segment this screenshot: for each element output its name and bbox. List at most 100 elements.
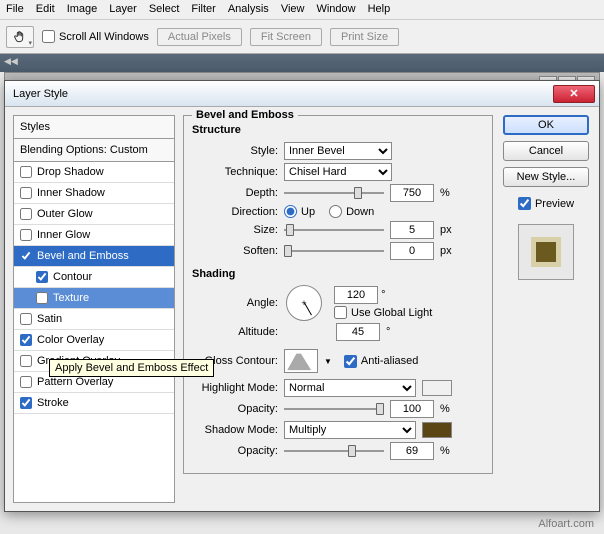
effect-stroke[interactable]: Stroke (14, 393, 174, 414)
styles-header[interactable]: Styles (14, 116, 174, 139)
global-light-label: Use Global Light (351, 307, 432, 319)
texture-label: Texture (53, 292, 89, 304)
cancel-button[interactable]: Cancel (503, 141, 589, 161)
effect-outer-glow[interactable]: Outer Glow (14, 204, 174, 225)
effect-inner-shadow[interactable]: Inner Shadow (14, 183, 174, 204)
effect-texture[interactable]: Texture (14, 288, 174, 309)
preview-label: Preview (535, 198, 574, 210)
satin-checkbox[interactable] (20, 313, 32, 325)
altitude-input[interactable] (336, 323, 380, 341)
dialog-titlebar[interactable]: Layer Style ✕ (5, 81, 599, 107)
fit-screen-button[interactable]: Fit Screen (250, 28, 322, 46)
shading-title: Shading (192, 268, 484, 280)
highlight-opacity-unit: % (440, 403, 450, 415)
ok-button[interactable]: OK (503, 115, 589, 135)
styles-list: Styles Blending Options: Custom Drop Sha… (13, 115, 175, 503)
size-unit: px (440, 224, 452, 236)
menu-layer[interactable]: Layer (109, 3, 137, 16)
inner-shadow-label: Inner Shadow (37, 187, 105, 199)
angle-dial[interactable]: + (286, 285, 322, 321)
size-input[interactable] (390, 221, 434, 239)
angle-unit: ° (381, 289, 385, 301)
contour-checkbox[interactable] (36, 271, 48, 283)
antialiased-checkbox[interactable] (344, 355, 357, 368)
hand-tool-icon[interactable] (6, 26, 34, 48)
soften-input[interactable] (390, 242, 434, 260)
preview-checkbox[interactable] (518, 197, 531, 210)
scroll-all-windows-checkbox[interactable]: Scroll All Windows (42, 30, 149, 43)
effect-bevel-emboss[interactable]: Bevel and Emboss (14, 246, 174, 267)
new-style-button[interactable]: New Style... (503, 167, 589, 187)
effect-contour[interactable]: Contour (14, 267, 174, 288)
global-light-checkbox[interactable] (334, 306, 347, 319)
altitude-label: Altitude: (192, 326, 278, 338)
shadow-mode-label: Shadow Mode: (192, 424, 278, 436)
structure-title: Structure (192, 124, 484, 136)
style-select[interactable]: Inner Bevel (284, 142, 392, 160)
direction-up-radio[interactable] (284, 205, 297, 218)
technique-label: Technique: (192, 166, 278, 178)
effect-drop-shadow[interactable]: Drop Shadow (14, 162, 174, 183)
menu-image[interactable]: Image (67, 3, 98, 16)
soften-slider[interactable] (284, 243, 384, 259)
shadow-mode-select[interactable]: Multiply (284, 421, 416, 439)
menu-window[interactable]: Window (316, 3, 355, 16)
size-slider[interactable] (284, 222, 384, 238)
shadow-opacity-slider[interactable] (284, 443, 384, 459)
antialiased-label: Anti-aliased (361, 355, 418, 367)
highlight-opacity-slider[interactable] (284, 401, 384, 417)
color-overlay-label: Color Overlay (37, 334, 104, 346)
bevel-emboss-label: Bevel and Emboss (37, 250, 129, 262)
actual-pixels-button[interactable]: Actual Pixels (157, 28, 242, 46)
direction-down-radio[interactable] (329, 205, 342, 218)
scroll-all-windows-input[interactable] (42, 30, 55, 43)
depth-slider[interactable] (284, 185, 384, 201)
effect-color-overlay[interactable]: Color Overlay (14, 330, 174, 351)
inner-glow-checkbox[interactable] (20, 229, 32, 241)
highlight-opacity-input[interactable] (390, 400, 434, 418)
effect-satin[interactable]: Satin (14, 309, 174, 330)
menu-bar: File Edit Image Layer Select Filter Anal… (0, 0, 604, 20)
highlight-color-swatch[interactable] (422, 380, 452, 396)
outer-glow-checkbox[interactable] (20, 208, 32, 220)
menu-file[interactable]: File (6, 3, 24, 16)
blending-options-row[interactable]: Blending Options: Custom (14, 139, 174, 162)
depth-input[interactable] (390, 184, 434, 202)
menu-help[interactable]: Help (368, 3, 391, 16)
dialog-close-button[interactable]: ✕ (553, 85, 595, 103)
gradient-overlay-checkbox[interactable] (20, 355, 32, 367)
depth-label: Depth: (192, 187, 278, 199)
scroll-all-windows-label: Scroll All Windows (59, 31, 149, 43)
shadow-opacity-input[interactable] (390, 442, 434, 460)
dialog-title: Layer Style (9, 88, 553, 100)
angle-label: Angle: (192, 297, 278, 309)
highlight-mode-select[interactable]: Normal (284, 379, 416, 397)
panel-collapse-icon[interactable]: ◀◀ (4, 56, 18, 67)
technique-select[interactable]: Chisel Hard (284, 163, 392, 181)
dialog-buttons: OK Cancel New Style... Preview (501, 115, 591, 503)
drop-shadow-checkbox[interactable] (20, 166, 32, 178)
gloss-contour-picker[interactable] (284, 349, 318, 373)
menu-filter[interactable]: Filter (191, 3, 215, 16)
shadow-color-swatch[interactable] (422, 422, 452, 438)
stroke-checkbox[interactable] (20, 397, 32, 409)
color-overlay-checkbox[interactable] (20, 334, 32, 346)
panel-title: Bevel and Emboss (192, 109, 298, 121)
inner-shadow-checkbox[interactable] (20, 187, 32, 199)
menu-view[interactable]: View (281, 3, 305, 16)
bevel-emboss-tooltip: Apply Bevel and Emboss Effect (49, 359, 214, 377)
texture-checkbox[interactable] (36, 292, 48, 304)
menu-select[interactable]: Select (149, 3, 180, 16)
contour-label: Contour (53, 271, 92, 283)
pattern-overlay-checkbox[interactable] (20, 376, 32, 388)
angle-input[interactable] (334, 286, 378, 304)
shadow-opacity-unit: % (440, 445, 450, 457)
menu-analysis[interactable]: Analysis (228, 3, 269, 16)
preview-thumbnail (518, 224, 574, 280)
depth-unit: % (440, 187, 450, 199)
menu-edit[interactable]: Edit (36, 3, 55, 16)
bevel-emboss-checkbox[interactable] (20, 250, 32, 262)
effect-inner-glow[interactable]: Inner Glow (14, 225, 174, 246)
satin-label: Satin (37, 313, 62, 325)
print-size-button[interactable]: Print Size (330, 28, 399, 46)
